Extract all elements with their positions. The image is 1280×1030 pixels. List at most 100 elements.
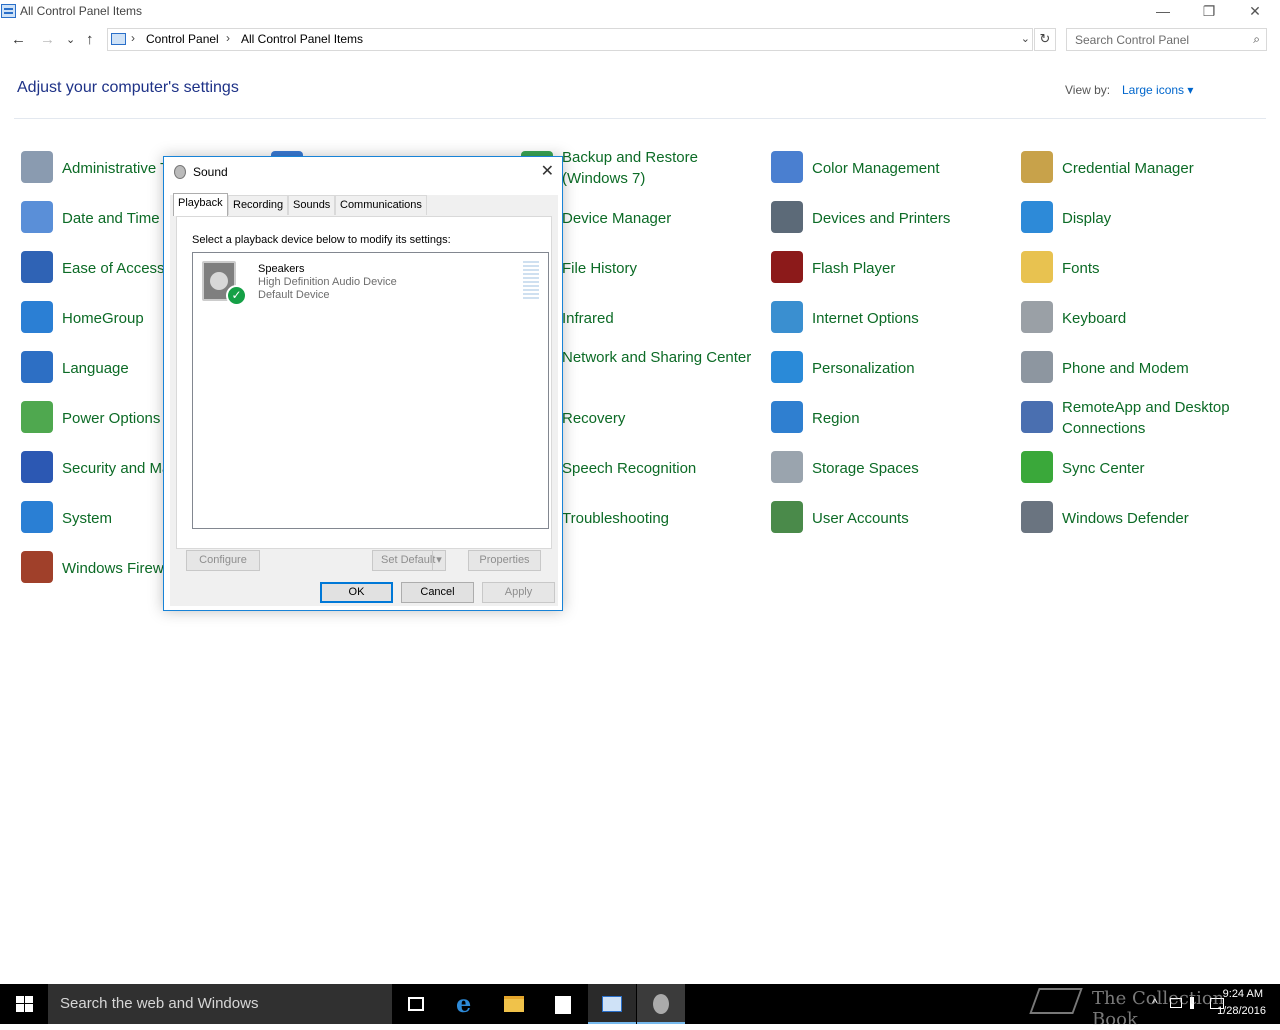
cp-item-credential-manager[interactable]: Credential Manager xyxy=(1017,146,1257,190)
cp-item-label: Windows Defender xyxy=(1062,510,1189,527)
view-by-dropdown[interactable]: Large icons ▾ xyxy=(1122,83,1193,97)
forward-arrow-icon[interactable]: → xyxy=(40,31,55,48)
device-list[interactable]: ✓ Speakers High Definition Audio Device … xyxy=(192,252,549,529)
breadcrumb-all-items[interactable]: All Control Panel Items xyxy=(241,32,363,46)
cp-item-color-management[interactable]: Color Management xyxy=(767,146,1007,190)
cp-item-label: Personalization xyxy=(812,360,915,377)
folder-icon xyxy=(504,996,524,1012)
taskbar-search-box[interactable]: Search the web and Windows xyxy=(48,984,392,1024)
page-title: Adjust your computer's settings xyxy=(17,79,239,96)
store-icon xyxy=(555,996,571,1014)
tab-recording[interactable]: Recording xyxy=(228,195,289,215)
phone-modem-icon xyxy=(1021,351,1053,383)
breadcrumb-separator-icon[interactable]: › xyxy=(226,31,230,45)
windows-logo-icon xyxy=(16,996,33,1012)
system-icon xyxy=(21,501,53,533)
tab-communications[interactable]: Communications xyxy=(335,195,427,215)
breadcrumb-control-panel[interactable]: Control Panel xyxy=(146,32,219,46)
cp-item-label: Infrared xyxy=(562,310,614,327)
control-panel-taskbar-button[interactable] xyxy=(588,984,636,1024)
cp-item-label: System xyxy=(62,510,113,527)
admin-tools-icon xyxy=(21,151,53,183)
power-options-icon xyxy=(21,401,53,433)
control-panel-icon xyxy=(1,4,16,18)
cp-item-flash-player[interactable]: Flash Player xyxy=(767,246,1007,290)
cp-item-personalization[interactable]: Personalization xyxy=(767,346,1007,390)
address-dropdown-icon[interactable]: ⌄ xyxy=(1021,32,1030,45)
up-arrow-icon[interactable]: ↑ xyxy=(86,31,94,48)
cp-item-label: Region xyxy=(812,410,860,427)
color-management-icon xyxy=(771,151,803,183)
windows-firewall-icon xyxy=(21,551,53,583)
cp-item-devices-printers[interactable]: Devices and Printers xyxy=(767,196,1007,240)
cp-item-windows-defender[interactable]: Windows Defender xyxy=(1017,496,1257,540)
windows-defender-icon xyxy=(1021,501,1053,533)
cp-item-internet-options[interactable]: Internet Options xyxy=(767,296,1007,340)
address-bar[interactable]: › Control Panel › All Control Panel Item… xyxy=(107,28,1033,51)
cp-item-fonts[interactable]: Fonts xyxy=(1017,246,1257,290)
cp-item-phone-modem[interactable]: Phone and Modem xyxy=(1017,346,1257,390)
dialog-close-icon[interactable]: ✕ xyxy=(541,161,554,181)
book-logo-icon xyxy=(1029,988,1083,1014)
cancel-button[interactable]: Cancel xyxy=(401,582,474,603)
search-input[interactable]: Search Control Panel ⌕ xyxy=(1066,28,1267,51)
cp-item-label: Internet Options xyxy=(812,310,919,327)
flash-player-icon xyxy=(771,251,803,283)
cp-item-keyboard[interactable]: Keyboard xyxy=(1017,296,1257,340)
file-explorer-button[interactable] xyxy=(490,984,538,1024)
set-default-button[interactable]: Set Default ▾ xyxy=(372,550,446,571)
cp-item-user-accounts[interactable]: User Accounts xyxy=(767,496,1007,540)
start-button[interactable] xyxy=(0,984,48,1024)
ok-button[interactable]: OK xyxy=(320,582,393,603)
ease-of-access-icon xyxy=(21,251,53,283)
breadcrumb-separator-icon[interactable]: › xyxy=(131,31,135,45)
cp-item-sync-center[interactable]: Sync Center xyxy=(1017,446,1257,490)
edge-button[interactable]: e xyxy=(442,984,490,1024)
user-accounts-icon xyxy=(771,501,803,533)
internet-options-icon xyxy=(771,301,803,333)
cp-item-region[interactable]: Region xyxy=(767,396,1007,440)
device-status: Default Device xyxy=(258,289,330,301)
cp-item-label: Date and Time xyxy=(62,210,160,227)
window-title: All Control Panel Items xyxy=(20,4,143,18)
recent-locations-icon[interactable]: ⌄ xyxy=(66,33,75,46)
credential-manager-icon xyxy=(1021,151,1053,183)
view-by-label: View by: xyxy=(1065,83,1111,97)
back-arrow-icon[interactable]: ← xyxy=(11,31,26,48)
cp-item-display[interactable]: Display xyxy=(1017,196,1257,240)
configure-button[interactable]: Configure xyxy=(186,550,260,571)
device-description: High Definition Audio Device xyxy=(258,276,397,288)
store-button[interactable] xyxy=(539,984,587,1024)
sound-taskbar-button[interactable] xyxy=(637,984,685,1024)
chevron-down-icon[interactable]: ▾ xyxy=(432,551,445,570)
cp-item-label: File History xyxy=(562,260,638,277)
divider xyxy=(14,118,1266,119)
control-panel-icon xyxy=(602,996,622,1012)
tab-sounds[interactable]: Sounds xyxy=(288,195,336,215)
restore-button[interactable]: ❐ xyxy=(1186,0,1232,24)
apply-button[interactable]: Apply xyxy=(482,582,555,603)
minimize-button[interactable]: — xyxy=(1140,0,1186,24)
playback-panel: Select a playback device below to modify… xyxy=(176,216,552,549)
cp-item-label: Display xyxy=(1062,210,1112,227)
tab-playback[interactable]: Playback xyxy=(173,193,228,216)
dialog-title: Sound xyxy=(193,165,228,179)
cp-item-label: HomeGroup xyxy=(62,310,144,327)
task-view-icon xyxy=(408,997,424,1011)
set-default-label: Set Default xyxy=(381,554,436,566)
cp-item-remoteapp[interactable]: RemoteApp and Desktop Connections xyxy=(1017,396,1257,440)
task-view-button[interactable] xyxy=(392,984,440,1024)
homegroup-icon xyxy=(21,301,53,333)
cp-item-label: User Accounts xyxy=(812,510,909,527)
close-button[interactable]: ✕ xyxy=(1232,0,1278,24)
volume-level-meter xyxy=(523,261,539,301)
personalization-icon xyxy=(771,351,803,383)
cp-item-label: Language xyxy=(62,360,129,377)
refresh-icon[interactable]: ↻ xyxy=(1034,28,1056,51)
cp-item-label: Storage Spaces xyxy=(812,460,919,477)
cp-item-label: Backup and Restore (Windows 7) xyxy=(562,149,698,187)
cp-item-label: Speech Recognition xyxy=(562,460,697,477)
cp-item-label: Device Manager xyxy=(562,210,672,227)
properties-button[interactable]: Properties xyxy=(468,550,541,571)
cp-item-storage-spaces[interactable]: Storage Spaces xyxy=(767,446,1007,490)
